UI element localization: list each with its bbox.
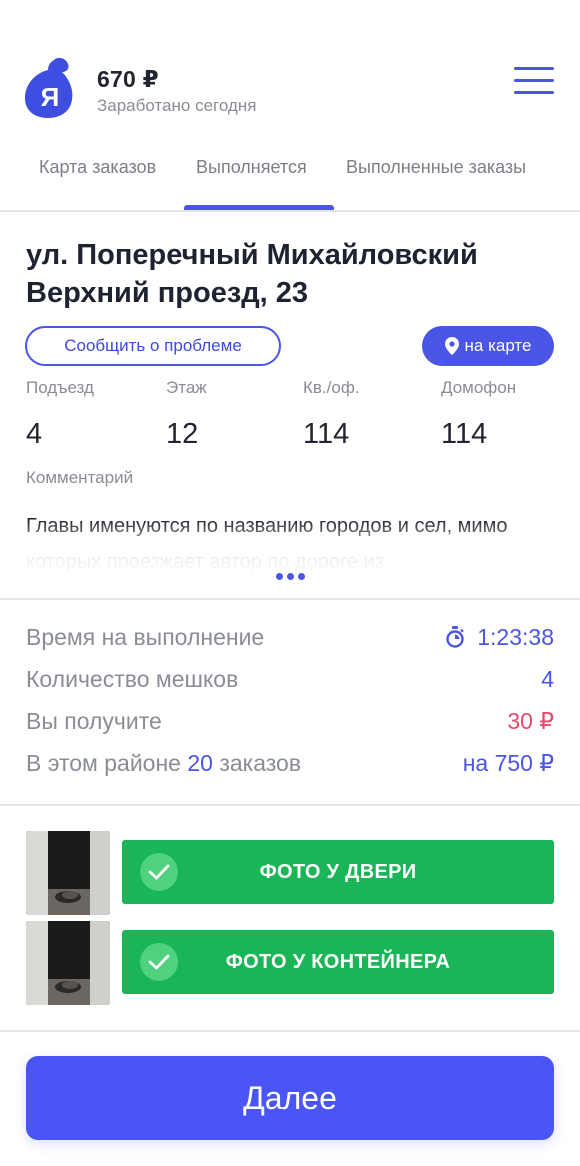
time-value-wrap: 1:23:38 [445, 624, 554, 651]
comment-label: Комментарий [26, 468, 134, 487]
field-apartment-value: 114 [303, 418, 350, 450]
app-logo-bag-icon: Я [24, 57, 73, 118]
area-orders-value: на 750 ₽ [462, 750, 554, 776]
payout-row: Вы получите 30 ₽ [26, 708, 554, 740]
time-label: Время на выполнение [26, 624, 265, 650]
area-orders-row: В этом районе 20 заказов на 750 ₽ [26, 750, 554, 782]
field-apartment: Кв./оф. 114 [303, 378, 360, 451]
tab-in-progress[interactable]: Выполняется [196, 157, 307, 178]
field-entrance: Подъезд 4 [26, 378, 94, 451]
area-label-suffix: заказов [219, 750, 302, 776]
order-address: ул. Поперечный Михайловский Верхний прое… [26, 239, 478, 309]
app-header: Я 670 ₽ Заработано сегодня [0, 0, 580, 140]
field-floor-value: 12 [166, 418, 199, 450]
map-pin-icon [444, 337, 459, 355]
bags-value: 4 [541, 666, 554, 692]
door-photo-button[interactable]: ФОТО У ДВЕРИ [122, 840, 554, 904]
container-photo-button[interactable]: ФОТО У КОНТЕЙНЕРА [122, 930, 554, 994]
field-apartment-label: Кв./оф. [303, 378, 360, 397]
door-photo-thumbnail[interactable] [26, 831, 110, 915]
container-photo-thumbnail[interactable] [26, 921, 110, 1005]
divider [0, 598, 580, 600]
field-intercom-value: 114 [441, 418, 488, 450]
divider [0, 804, 580, 806]
check-icon [140, 853, 178, 891]
check-icon [140, 943, 178, 981]
expand-comment-dots-icon[interactable] [273, 566, 307, 586]
time-row: Время на выполнение 1:23:38 [26, 624, 554, 656]
area-label-prefix: В этом районе [26, 750, 181, 776]
earned-today-label: Заработано сегодня [97, 96, 257, 115]
field-intercom-label: Домофон [441, 378, 517, 397]
tab-bar: Карта заказов Выполняется Выполненные за… [0, 140, 580, 212]
container-photo-image [26, 921, 110, 1005]
stopwatch-icon [446, 626, 464, 648]
bags-row: Количество мешков 4 [26, 666, 554, 698]
divider [0, 1030, 580, 1032]
show-on-map-button[interactable]: на карте [422, 326, 554, 366]
time-value: 1:23:38 [477, 624, 554, 650]
active-tab-indicator [184, 205, 334, 210]
payout-value: 30 ₽ [507, 708, 554, 734]
door-photo-label: ФОТО У ДВЕРИ [259, 860, 417, 883]
tab-orders-map[interactable]: Карта заказов [39, 157, 156, 178]
svg-text:Я: Я [41, 82, 60, 112]
area-orders-label: В этом районе 20 заказов [26, 750, 301, 777]
tab-completed-orders[interactable]: Выполненные заказы [346, 157, 526, 178]
field-entrance-value: 4 [26, 418, 43, 450]
field-floor-label: Этаж [166, 378, 207, 397]
area-orders-count: 20 [187, 750, 213, 776]
earned-today-amount: 670 ₽ [97, 66, 159, 92]
door-photo-image [26, 831, 110, 915]
show-on-map-label: на карте [464, 336, 532, 355]
field-intercom: Домофон 114 [441, 378, 516, 451]
container-photo-label: ФОТО У КОНТЕЙНЕРА [225, 950, 451, 973]
payout-label: Вы получите [26, 708, 162, 734]
hamburger-menu-icon[interactable] [514, 67, 556, 97]
field-floor: Этаж 12 [166, 378, 207, 451]
field-entrance-label: Подъезд [26, 378, 94, 397]
next-button[interactable]: Далее [26, 1056, 554, 1140]
report-problem-button[interactable]: Сообщить о проблеме [25, 326, 281, 366]
bags-label: Количество мешков [26, 666, 239, 692]
